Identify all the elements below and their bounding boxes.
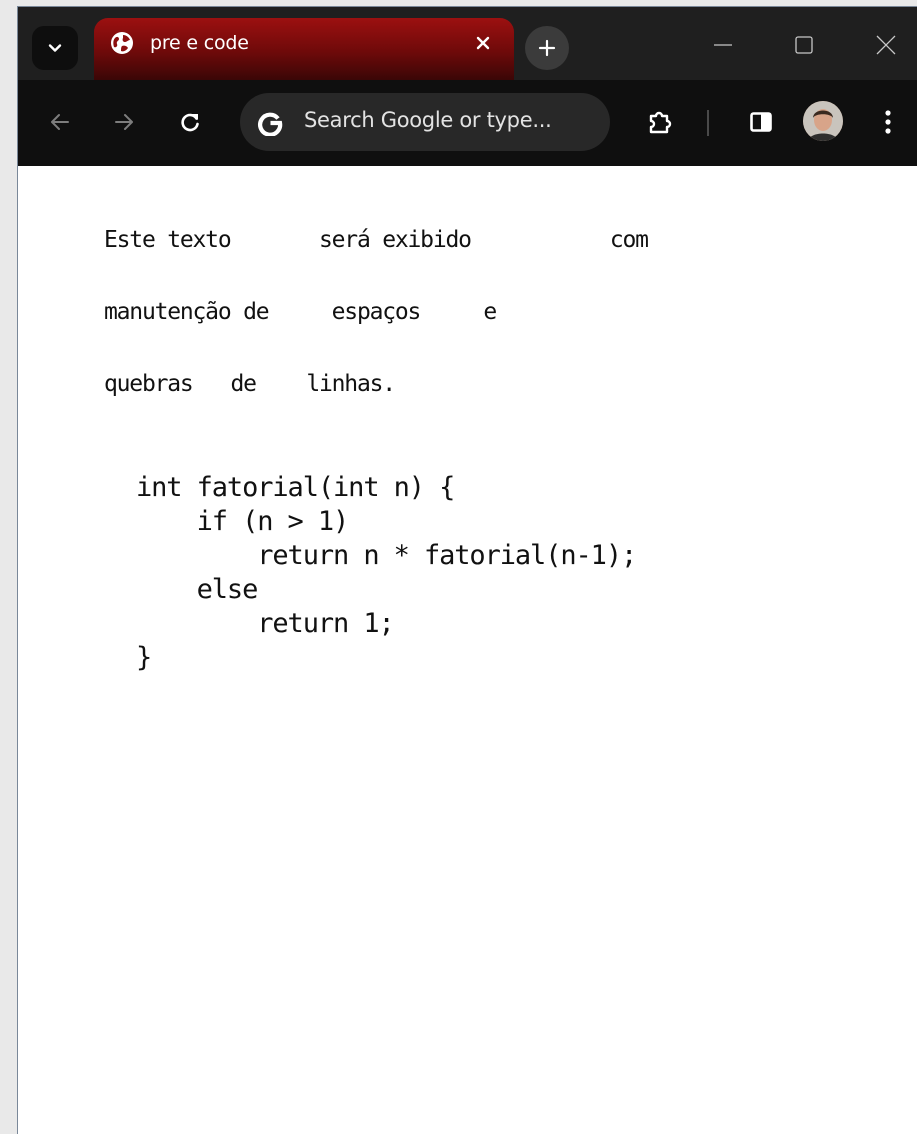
- tab-search-button[interactable]: [32, 26, 78, 70]
- browser-window: pre e code Search Google or type... Este…: [18, 7, 917, 1134]
- extensions-button[interactable]: [638, 100, 682, 144]
- code-block: int fatorial(int n) { if (n > 1) return …: [136, 472, 637, 673]
- title-bar: pre e code: [18, 7, 917, 80]
- arrow-right-icon: [115, 114, 133, 130]
- minimize-icon: [714, 44, 732, 46]
- more-vert-icon: [885, 110, 891, 134]
- window-close-button[interactable]: [866, 25, 906, 65]
- minimize-button[interactable]: [703, 25, 743, 65]
- google-icon: [254, 106, 286, 138]
- maximize-icon: [795, 36, 813, 54]
- profile-icon: [803, 101, 843, 141]
- tab-active[interactable]: pre e code: [94, 18, 514, 80]
- tab-title: pre e code: [150, 32, 249, 54]
- reload-icon: [181, 113, 199, 132]
- preformatted-text: Este texto será exibido com manutenção d…: [104, 227, 649, 397]
- menu-button[interactable]: [866, 100, 910, 144]
- page-content: Este texto será exibido com manutenção d…: [18, 166, 917, 1134]
- arrow-left-icon: [51, 114, 69, 130]
- close-icon: [876, 35, 896, 55]
- maximize-button[interactable]: [784, 25, 824, 65]
- address-bar[interactable]: Search Google or type...: [240, 93, 610, 151]
- reload-button[interactable]: [168, 100, 212, 144]
- tab-close-button[interactable]: [470, 30, 496, 56]
- profile-avatar[interactable]: [803, 101, 843, 141]
- side-panel-icon: [750, 112, 772, 132]
- forward-button[interactable]: [102, 100, 146, 144]
- plus-icon: [538, 39, 556, 57]
- close-icon: [476, 36, 490, 50]
- chevron-down-icon: [48, 44, 62, 52]
- globe-icon: [111, 32, 133, 54]
- new-tab-button[interactable]: [525, 26, 569, 70]
- side-panel-button[interactable]: [739, 100, 783, 144]
- address-bar-placeholder: Search Google or type...: [304, 108, 552, 132]
- browser-toolbar: Search Google or type...: [18, 80, 917, 166]
- puzzle-icon: [649, 111, 672, 134]
- toolbar-divider: [707, 110, 709, 136]
- back-button[interactable]: [38, 100, 82, 144]
